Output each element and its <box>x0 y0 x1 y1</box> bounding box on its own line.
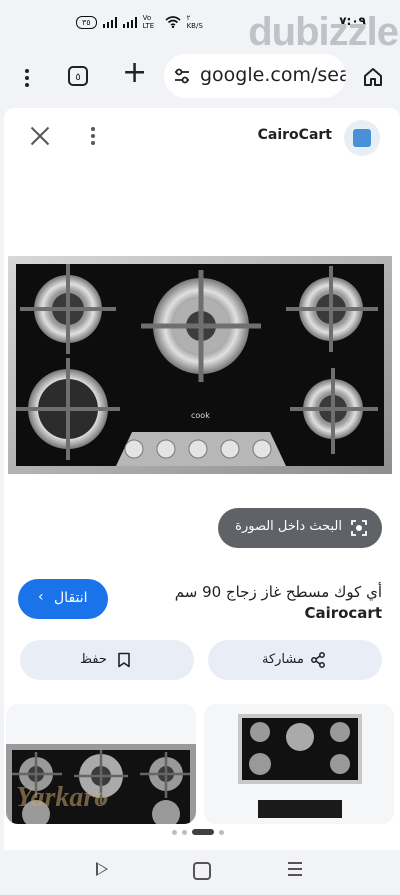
chevron-left-icon: ‹ <box>38 589 44 605</box>
bookmark-icon <box>118 652 130 668</box>
speed-label: ٢ KB/S <box>186 14 203 30</box>
status-icons: ٣٥ Vo LTE ٢ KB/S <box>76 14 205 30</box>
product-image[interactable]: cook <box>8 256 392 474</box>
back-icon[interactable] <box>96 862 108 876</box>
signal-icon <box>102 16 117 28</box>
site-settings-icon[interactable] <box>172 66 192 86</box>
browser-toolbar: ٥ + google.com/sear <box>0 48 400 106</box>
share-icon <box>311 652 325 668</box>
save-button[interactable]: حفظ <box>20 640 194 680</box>
browser-menu-icon[interactable] <box>17 66 37 88</box>
url-text[interactable]: google.com/sear <box>200 64 346 86</box>
search-in-image-label: البحث داخل الصورة <box>235 519 342 534</box>
tab-switcher-button[interactable]: ٥ <box>68 66 88 86</box>
site-name[interactable]: CairoCart <box>258 127 332 143</box>
system-nav-bar <box>0 850 400 895</box>
close-icon[interactable] <box>30 126 50 146</box>
stove-brand-logo: cook <box>191 411 210 420</box>
carousel-pager <box>172 828 224 836</box>
more-options-icon[interactable] <box>88 124 98 148</box>
wifi-icon <box>165 16 181 28</box>
visit-label: انتقال <box>54 590 88 606</box>
related-result-card-2[interactable] <box>204 704 394 824</box>
visit-button[interactable]: ‹ انتقال <box>18 579 108 619</box>
product-source[interactable]: Cairocart <box>304 604 382 622</box>
volte-label: Vo LTE <box>142 14 155 30</box>
new-tab-plus-icon[interactable]: + <box>122 58 147 88</box>
recents-icon[interactable] <box>288 862 302 880</box>
address-bar[interactable]: google.com/sear <box>164 54 346 98</box>
home-icon[interactable] <box>362 66 384 88</box>
search-in-image-button[interactable]: البحث داخل الصورة <box>218 508 382 548</box>
signal-icon-2 <box>122 16 137 28</box>
related-watermark: Yarkaro <box>16 782 109 813</box>
battery-indicator: ٣٥ <box>76 15 97 29</box>
product-title[interactable]: أي كوك مسطح غاز زجاج 90 سم <box>175 583 382 601</box>
lens-icon <box>351 520 367 536</box>
share-button[interactable]: مشاركة <box>208 640 382 680</box>
home-nav-icon[interactable] <box>193 862 211 880</box>
related-result-card[interactable]: Yarkaro <box>6 704 196 824</box>
share-label: مشاركة <box>262 652 304 667</box>
related-result-thumbnail-2 <box>238 714 362 818</box>
save-label: حفظ <box>80 652 107 667</box>
site-logo[interactable] <box>344 120 380 156</box>
